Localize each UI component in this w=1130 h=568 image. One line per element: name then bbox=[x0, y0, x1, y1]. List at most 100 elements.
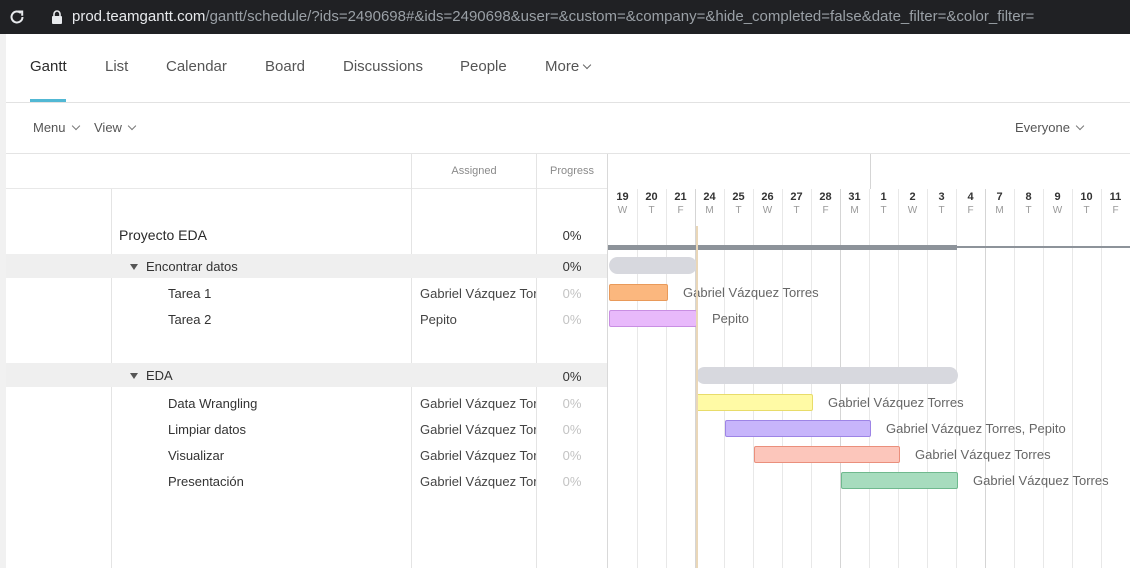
day-header: 20 T bbox=[637, 190, 666, 218]
day-of-week: F bbox=[677, 205, 684, 216]
assigned-column-header[interactable]: Assigned bbox=[412, 154, 536, 188]
task-bar-data-wrangling[interactable] bbox=[696, 394, 813, 411]
task-name[interactable]: Data Wrangling bbox=[168, 396, 257, 411]
month-divider bbox=[870, 154, 871, 189]
task-bar-limpiar-datos[interactable] bbox=[725, 420, 871, 437]
chevron-down-icon bbox=[71, 121, 80, 131]
project-summary-bar[interactable] bbox=[608, 245, 957, 250]
group-name: EDA bbox=[146, 368, 173, 383]
project-name[interactable]: Proyecto EDA bbox=[119, 227, 207, 243]
day-number: 25 bbox=[732, 191, 745, 203]
day-number: 8 bbox=[1025, 191, 1032, 203]
task-name[interactable]: Presentación bbox=[168, 474, 244, 489]
day-of-week: W bbox=[907, 205, 918, 216]
group-bar-encontrar-datos[interactable] bbox=[609, 257, 697, 274]
task-name[interactable]: Tarea 2 bbox=[168, 312, 211, 327]
day-header: 19 W bbox=[608, 190, 637, 218]
progress-column-header[interactable]: Progress bbox=[537, 154, 607, 188]
active-tab-indicator bbox=[30, 99, 66, 102]
task-assigned[interactable]: Pepito bbox=[420, 312, 536, 327]
task-bar-label: Gabriel Vázquez Torres, Pepito bbox=[886, 421, 1066, 436]
day-header: 28 F bbox=[811, 190, 840, 218]
day-number: 31 bbox=[848, 191, 861, 203]
view-label: View bbox=[94, 120, 122, 135]
task-progress[interactable]: 0% bbox=[537, 422, 607, 437]
day-of-week: T bbox=[648, 205, 655, 216]
menu-label: Menu bbox=[33, 120, 66, 135]
group-row-band bbox=[6, 254, 607, 278]
day-number: 26 bbox=[761, 191, 774, 203]
day-number: 9 bbox=[1054, 191, 1061, 203]
view-dropdown[interactable]: View bbox=[94, 103, 137, 153]
collapse-triangle-icon[interactable] bbox=[130, 264, 138, 270]
task-progress[interactable]: 0% bbox=[537, 396, 607, 411]
day-header: 4F bbox=[956, 190, 985, 218]
task-bar-label: Gabriel Vázquez Torres bbox=[973, 473, 1109, 488]
day-number: 10 bbox=[1080, 191, 1093, 203]
day-header: 24 M bbox=[695, 190, 724, 218]
menu-dropdown[interactable]: Menu bbox=[33, 103, 80, 153]
project-progress: 0% bbox=[562, 228, 582, 243]
day-of-week: T bbox=[880, 205, 887, 216]
tab-board[interactable]: Board bbox=[265, 34, 305, 102]
task-assigned[interactable]: Gabriel Vázquez Torres bbox=[420, 422, 536, 437]
task-bar-visualizar[interactable] bbox=[754, 446, 900, 463]
task-bar-tarea-1[interactable] bbox=[609, 284, 668, 301]
task-assigned[interactable]: Gabriel Vázquez Torres bbox=[420, 474, 536, 489]
task-progress[interactable]: 0% bbox=[537, 312, 607, 327]
day-of-week: W bbox=[617, 205, 628, 216]
day-of-week: W bbox=[1052, 205, 1063, 216]
group-row-eda[interactable]: EDA bbox=[130, 368, 173, 383]
task-bar-presentacion[interactable] bbox=[841, 472, 958, 489]
gantt-timeline: 19 W 20 T 21 F 24 M 25 T 26 W 27 T 28 F 31 M 1 T 2 W 3 T 4 F 7 M 8 T 9… bbox=[608, 154, 1130, 568]
everyone-filter-dropdown[interactable]: Everyone bbox=[1015, 103, 1085, 153]
task-bar-label: Pepito bbox=[712, 311, 749, 326]
browser-address-bar: prod.teamgantt.com/gantt/schedule/?ids=2… bbox=[0, 0, 1130, 34]
day-number: 27 bbox=[790, 191, 803, 203]
day-header: 11 F bbox=[1101, 190, 1130, 218]
tab-more[interactable]: More bbox=[545, 34, 592, 102]
header-divider bbox=[6, 188, 607, 189]
task-name[interactable]: Visualizar bbox=[168, 448, 224, 463]
day-of-week: M bbox=[995, 205, 1004, 216]
task-name[interactable]: Limpiar datos bbox=[168, 422, 246, 437]
chevron-down-icon bbox=[1075, 121, 1085, 131]
today-marker bbox=[696, 226, 698, 568]
group-progress: 0% bbox=[562, 369, 582, 384]
tab-gantt[interactable]: Gantt bbox=[30, 34, 67, 102]
group-row-encontrar-datos[interactable]: Encontrar datos bbox=[130, 259, 238, 274]
tab-people[interactable]: People bbox=[460, 34, 507, 102]
day-number: 1 bbox=[880, 191, 887, 203]
task-assigned[interactable]: Gabriel Vázquez Torres bbox=[420, 396, 536, 411]
tab-list[interactable]: List bbox=[105, 34, 128, 102]
column-divider bbox=[536, 154, 537, 568]
day-of-week: T bbox=[1025, 205, 1032, 216]
task-progress[interactable]: 0% bbox=[537, 286, 607, 301]
day-header: 1T bbox=[869, 190, 898, 218]
project-summary-bar-extension bbox=[957, 246, 1130, 248]
task-name[interactable]: Tarea 1 bbox=[168, 286, 211, 301]
gantt-toolbar: Menu View Everyone bbox=[6, 103, 1130, 153]
task-assigned[interactable]: Gabriel Vázquez Torres bbox=[420, 448, 536, 463]
url-field[interactable]: prod.teamgantt.com/gantt/schedule/?ids=2… bbox=[72, 0, 1034, 34]
task-assigned[interactable]: Gabriel Vázquez Torres bbox=[420, 286, 536, 301]
collapse-triangle-icon[interactable] bbox=[130, 373, 138, 379]
day-number: 19 bbox=[616, 191, 629, 203]
day-of-week: F bbox=[822, 205, 829, 216]
tab-calendar[interactable]: Calendar bbox=[166, 34, 227, 102]
day-header: 26 W bbox=[753, 190, 782, 218]
day-header: 31 M bbox=[840, 190, 869, 218]
task-bar-label: Gabriel Vázquez Torres bbox=[828, 395, 964, 410]
reload-icon[interactable] bbox=[6, 6, 28, 28]
task-progress[interactable]: 0% bbox=[537, 474, 607, 489]
day-of-week: M bbox=[705, 205, 714, 216]
task-progress[interactable]: 0% bbox=[537, 448, 607, 463]
url-path: /gantt/schedule/?ids=2490698#&ids=249069… bbox=[205, 8, 1035, 25]
group-name: Encontrar datos bbox=[146, 259, 238, 274]
tab-discussions[interactable]: Discussions bbox=[343, 34, 423, 102]
chevron-down-icon bbox=[127, 121, 137, 131]
group-bar-eda[interactable] bbox=[696, 367, 958, 384]
day-number: 7 bbox=[996, 191, 1003, 203]
task-bar-tarea-2[interactable] bbox=[609, 310, 697, 327]
day-of-week: T bbox=[1083, 205, 1090, 216]
